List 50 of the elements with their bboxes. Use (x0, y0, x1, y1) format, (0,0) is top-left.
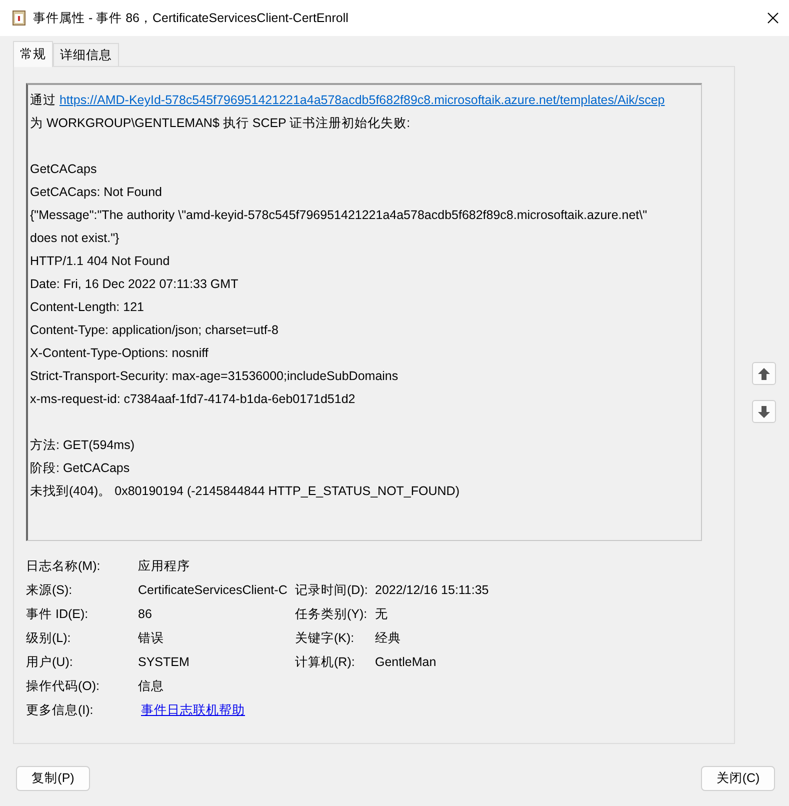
description-line: X-Content-Type-Options: nosniff (30, 345, 210, 362)
down-arrow-icon (757, 404, 771, 418)
field-label: 关键字(K): (295, 630, 356, 647)
field-label: 级别(L): (26, 630, 72, 647)
description-line: does not exist."} (30, 230, 120, 247)
close-button[interactable]: 关闭(C) (701, 766, 775, 791)
field-value: 86 (138, 606, 153, 623)
description-line: Strict-Transport-Security: max-age=31536000;includeSubDomains (30, 368, 400, 385)
close-icon[interactable] (767, 12, 779, 24)
description-line: 方法: GET(594ms) (30, 437, 136, 454)
field-label: 计算机(R): (295, 654, 356, 671)
description-line: GetCACaps: Not Found (30, 184, 164, 201)
field-value: SYSTEM (138, 654, 190, 671)
field-value: 错误 (138, 630, 165, 647)
description-line: Date: Fri, 16 Dec 2022 07:11:33 GMT (30, 276, 240, 293)
field-value: 经典 (375, 630, 402, 647)
field-label: 日志名称(M): (26, 558, 102, 575)
field-label: 操作代码(O): (26, 678, 101, 695)
field-label: 来源(S): (26, 582, 74, 599)
description-line: HTTP/1.1 404 Not Found (30, 253, 171, 270)
field-value: GentleMan (375, 654, 438, 671)
window-title: 事件属性 - 事件 86，CertificateServicesClient-CertEnroll (33, 10, 350, 27)
field-value: CertificateServicesClient-C (138, 582, 288, 599)
field-value: 无 (375, 606, 389, 623)
field-label: 更多信息(I): (26, 702, 94, 719)
tab[interactable]: 常规 (13, 41, 53, 67)
description-line: 为 WORKGROUP\GENTLEMAN$ 执行 SCEP 证书注册初始化失败: (30, 115, 412, 132)
field-label: 事件 ID(E): (26, 606, 90, 623)
field-value: 2022/12/16 15:11:35 (375, 582, 490, 599)
tab[interactable]: 详细信息 (53, 43, 119, 66)
field-value: 应用程序 (138, 558, 191, 575)
description-line: GetCACaps (30, 161, 98, 178)
description-line: {"Message":"The authority \"amd-keyid-578c545f796951421221a4a578acdb5f682f89c8.microsoftaik.azure.net\" (30, 207, 648, 224)
url-link[interactable]: https://AMD-KeyId-578c545f796951421221a4a578acdb5f682f89c8.microsoftaik.azure.net/templates/Aik/scep (59, 93, 665, 107)
next-button[interactable] (752, 400, 776, 423)
field-label: 用户(U): (26, 654, 74, 671)
description-line: 未找到(404)。 0x80190194 (-2145844844 HTTP_E_STATUS_NOT_FOUND) (30, 483, 460, 500)
description-line: 阶段: GetCACaps (30, 460, 131, 477)
up-arrow-icon (757, 366, 771, 380)
field-label: 记录时间(D): (295, 582, 369, 599)
previous-button[interactable] (752, 362, 776, 385)
event-log-icon (12, 10, 26, 26)
description-line: Content-Type: application/json; charset=utf-8 (30, 322, 280, 339)
description-text: 通过 (30, 93, 56, 107)
description-line: x-ms-request-id: c7384aaf-1fd7-4174-b1da-6eb0171d51d2 (30, 391, 356, 408)
description-line: Content-Length: 121 (30, 299, 145, 316)
help-link[interactable]: 事件日志联机帮助 (141, 703, 245, 717)
copy-button[interactable]: 复制(P) (16, 766, 90, 791)
field-value: 信息 (138, 678, 165, 695)
field-label: 任务类别(Y): (295, 606, 368, 623)
